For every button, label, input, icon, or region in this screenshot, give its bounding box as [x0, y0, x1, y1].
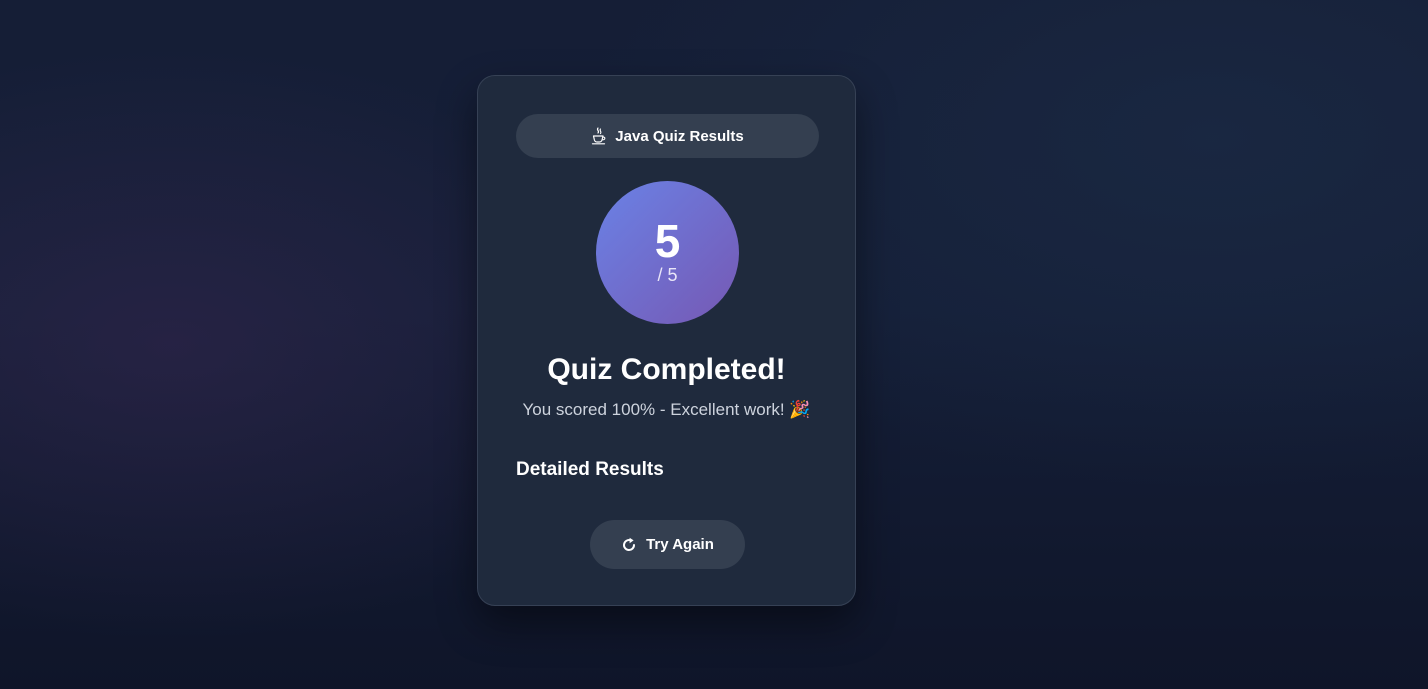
coffee-cup-icon — [591, 127, 607, 145]
score-message: You scored 100% - Excellent work! 🎉 — [522, 400, 811, 419]
detailed-results-heading: Detailed Results — [516, 459, 664, 480]
quiz-results-card: Java Quiz Results 5 / 5 Quiz Completed! … — [477, 75, 856, 606]
try-again-button[interactable]: Try Again — [590, 520, 745, 569]
try-again-label: Try Again — [646, 536, 714, 553]
completion-title: Quiz Completed! — [547, 353, 786, 386]
quiz-title-badge: Java Quiz Results — [516, 114, 819, 158]
score-circle: 5 / 5 — [596, 181, 739, 324]
rotate-cw-icon — [621, 537, 637, 553]
quiz-title-label: Java Quiz Results — [615, 127, 744, 145]
score-total: / 5 — [657, 265, 678, 285]
score-value: 5 — [654, 215, 681, 267]
